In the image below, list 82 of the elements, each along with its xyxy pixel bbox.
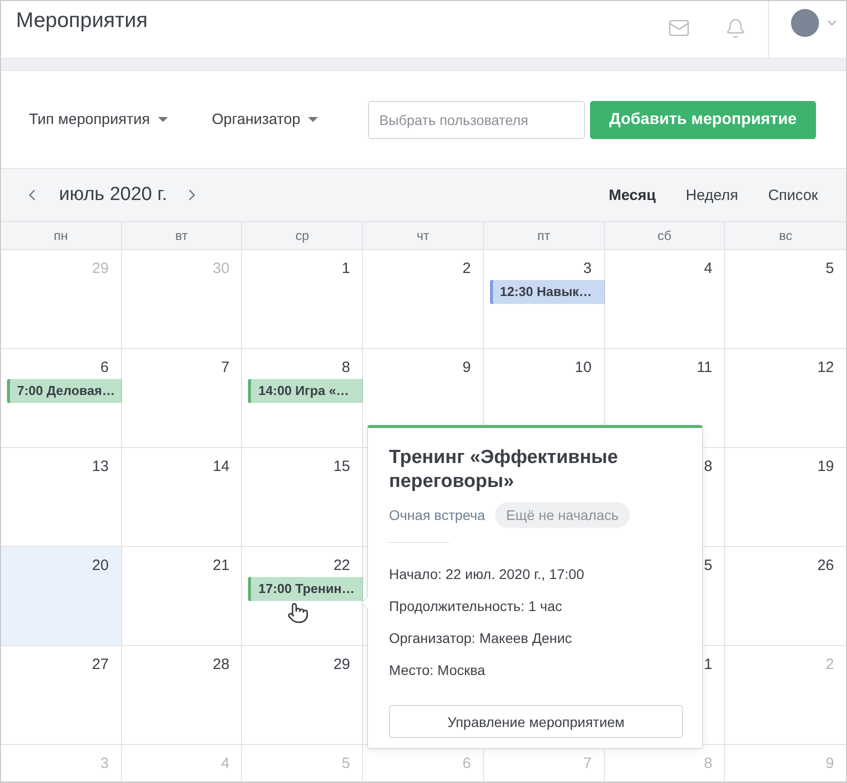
- day-number: 6: [100, 359, 109, 376]
- day-cell[interactable]: 29: [242, 646, 364, 745]
- day-number: 22: [333, 557, 350, 574]
- event-detail: Организатор: Макеев Денис: [389, 629, 573, 647]
- user-search-field[interactable]: Выбрать пользователя: [368, 100, 586, 138]
- page-title: Мероприятия: [15, 8, 149, 34]
- day-number: 28: [212, 656, 230, 673]
- day-number: 11: [696, 359, 712, 376]
- filter-dropdown[interactable]: Организатор: [212, 111, 318, 128]
- calendar-event[interactable]: 14:00 Игра «…: [248, 379, 364, 403]
- day-number: 26: [817, 557, 834, 574]
- popup-title: Тренинг «Эффективные переговоры»: [389, 446, 619, 494]
- day-number: 4: [704, 260, 712, 277]
- weekday-header: вт: [122, 222, 242, 249]
- day-cell[interactable]: 7: [122, 349, 242, 448]
- event-detail: Место: Москва: [389, 661, 486, 679]
- today-cell[interactable]: 20: [1, 547, 122, 646]
- day-cell[interactable]: 15: [242, 448, 364, 547]
- day-number: 1: [704, 656, 712, 673]
- caret-icon: [308, 117, 318, 122]
- filter-dropdown[interactable]: Тип мероприятия: [29, 111, 168, 128]
- day-number: 7: [221, 359, 230, 376]
- day-number: 14: [212, 458, 230, 475]
- weekday-header: пн: [1, 222, 122, 249]
- day-number: 5: [826, 260, 834, 277]
- day-cell[interactable]: 22 17:00 Тренин…: [242, 547, 364, 646]
- day-cell[interactable]: 13: [1, 448, 122, 547]
- day-number: 5: [342, 755, 350, 772]
- day-number: 3: [583, 260, 592, 277]
- day-number: 21: [212, 557, 230, 574]
- month-label: июль 2020 г.: [59, 184, 168, 206]
- day-cell[interactable]: 6 7:00 Деловая…: [1, 349, 122, 448]
- weekday-header: ср: [242, 222, 364, 249]
- caret-icon: [158, 117, 168, 122]
- day-cell[interactable]: 14: [122, 448, 242, 547]
- day-number: 13: [92, 458, 109, 475]
- calendar-event[interactable]: 7:00 Деловая…: [7, 379, 122, 403]
- day-number: 12: [817, 359, 834, 376]
- day-cell[interactable]: 28: [122, 646, 242, 745]
- day-number: 7: [583, 755, 592, 772]
- weekday-header: пт: [484, 222, 605, 249]
- day-number: 30: [212, 260, 230, 277]
- event-type: Очная встреча: [389, 507, 486, 523]
- day-number: 2: [462, 260, 471, 277]
- day-cell[interactable]: 2: [363, 250, 484, 349]
- weekday-header: чт: [363, 222, 484, 249]
- day-cell[interactable]: 4: [604, 250, 726, 349]
- avatar[interactable]: [791, 9, 819, 37]
- event-detail: Начало: 22 июл. 2020 г., 17:00: [389, 565, 586, 583]
- day-number: 9: [826, 755, 834, 772]
- event-detail: Продолжительность: 1 час: [389, 597, 564, 615]
- day-number: 2: [826, 656, 834, 673]
- day-cell[interactable]: 27: [1, 646, 122, 745]
- status-badge: Ещё не началась: [495, 502, 630, 528]
- day-number: 8: [704, 458, 712, 475]
- day-number: 6: [462, 755, 471, 772]
- day-cell[interactable]: 3 12:30 Навык…: [484, 250, 605, 349]
- day-number: 20: [92, 557, 109, 574]
- day-number: 27: [92, 656, 109, 673]
- day-number: 5: [704, 557, 712, 574]
- day-number: 4: [221, 755, 230, 772]
- view-tab[interactable]: Месяц: [608, 186, 656, 204]
- manage-event-button[interactable]: Управление мероприятием: [389, 705, 683, 738]
- day-number: 19: [817, 458, 834, 475]
- day-number: 10: [574, 359, 592, 376]
- day-number: 8: [704, 755, 712, 772]
- day-cell[interactable]: 21: [122, 547, 242, 646]
- day-number: 1: [342, 260, 350, 277]
- day-cell[interactable]: 1: [242, 250, 364, 349]
- view-tab[interactable]: Неделя: [686, 186, 738, 204]
- day-number: 9: [462, 359, 471, 376]
- view-tab[interactable]: Список: [768, 186, 818, 204]
- day-number: 29: [333, 656, 350, 673]
- day-number: 15: [333, 458, 350, 475]
- day-cell[interactable]: 8 14:00 Игра «…: [242, 349, 364, 448]
- day-number: 29: [92, 260, 109, 277]
- calendar-event[interactable]: 12:30 Навык…: [490, 280, 605, 304]
- weekday-header: вс: [778, 227, 794, 245]
- calendar-event[interactable]: 17:00 Тренин…: [248, 577, 364, 601]
- day-number: 3: [100, 755, 109, 772]
- weekday-header: сб: [604, 222, 726, 249]
- day-number: 8: [342, 359, 350, 376]
